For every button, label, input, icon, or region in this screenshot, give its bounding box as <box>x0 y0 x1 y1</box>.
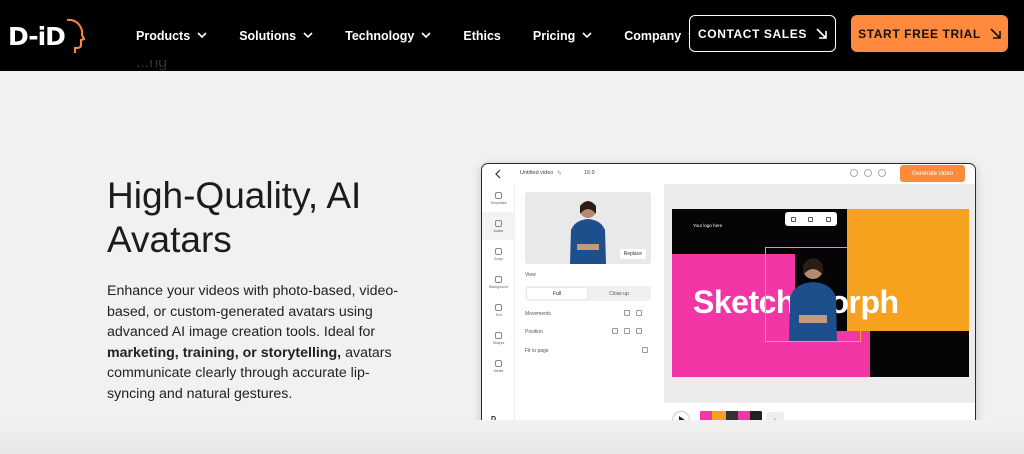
chevron-down-icon <box>582 32 592 39</box>
position-center-icon <box>624 328 630 334</box>
position-label: Position <box>525 329 543 335</box>
templates-icon <box>495 191 502 199</box>
position-options <box>606 328 642 334</box>
sidebar-item-text: Text <box>482 296 515 324</box>
sidebar-item-avatar: Avatar <box>482 212 515 240</box>
view-label: View <box>525 272 536 278</box>
sidebar-item-script: Script <box>482 240 515 268</box>
text-icon <box>495 303 502 311</box>
logo-text: D-iD <box>8 21 66 51</box>
background-icon <box>495 275 502 283</box>
nav-item-ethics[interactable]: Ethics <box>463 29 501 43</box>
generate-video-button: Generate video <box>900 165 965 182</box>
sidebar-item-shapes: Shapes <box>482 324 515 352</box>
view-full-option: Full <box>527 288 587 299</box>
contact-sales-button[interactable]: CONTACT SALES <box>689 15 836 52</box>
nav-item-label: Products <box>136 28 191 43</box>
sidebar-label: Media <box>493 368 504 373</box>
editor-tools <box>850 169 892 177</box>
nav-item-pricing[interactable]: Pricing <box>533 29 592 43</box>
chevron-down-icon <box>197 32 207 39</box>
movement-option-icon <box>624 310 630 316</box>
sidebar-item-media: Media <box>482 352 515 380</box>
nav-item-solutions[interactable]: Solutions <box>239 29 313 43</box>
nav-menu: Products Solutions Technology Ethics Pri… <box>136 0 730 71</box>
sidebar-label: Avatar <box>493 228 504 233</box>
logo-head-icon <box>66 18 85 53</box>
arrow-down-right-icon <box>990 28 1001 39</box>
pencil-icon: ✎ <box>557 171 563 177</box>
more-icon <box>825 216 831 222</box>
avatar-panel: Replace View Full Close up Movements Pos… <box>520 190 660 440</box>
section-heading: High-Quality, AI Avatars <box>107 174 447 262</box>
video-scene: Your logo here Sketch Morph <box>672 209 969 377</box>
selection-box <box>765 247 861 342</box>
sidebar-label: Shapes <box>492 340 505 345</box>
movements-label: Movements <box>525 311 551 317</box>
fit-options <box>636 347 648 353</box>
scrolled-heading-text: ...ng <box>136 60 168 71</box>
view-closeup-option: Close up <box>609 290 629 297</box>
section-bottom-edge <box>0 420 1024 454</box>
sidebar-label: Text <box>495 312 502 317</box>
more-icon <box>878 169 886 177</box>
scrolled-heading-fragment: ...ng <box>136 60 196 72</box>
view-toggle: Full Close up <box>525 286 651 301</box>
redo-icon <box>864 169 872 177</box>
arrow-down-right-icon <box>816 28 827 39</box>
undo-icon <box>850 169 858 177</box>
nav-item-label: Technology <box>345 28 415 43</box>
heading-line-1: High-Quality, AI <box>107 175 362 216</box>
sidebar-item-background: Background <box>482 268 515 296</box>
delete-icon <box>808 216 814 222</box>
selection-toolbar <box>785 212 837 226</box>
video-title: Untitled video <box>520 170 554 176</box>
script-icon <box>495 247 502 255</box>
contact-sales-label: CONTACT SALES <box>698 26 807 41</box>
nav-item-products[interactable]: Products <box>136 29 207 43</box>
aspect-ratio-select: 16:9 <box>584 170 595 176</box>
avatar-icon <box>495 219 502 227</box>
heading-line-2: Avatars <box>107 219 232 260</box>
editor-preview: Untitled video ✎ 16:9 Generate video Tem… <box>481 163 976 441</box>
sidebar-label: Background <box>489 284 508 289</box>
shapes-icon <box>495 331 502 339</box>
sidebar-label: Script <box>494 256 503 261</box>
back-arrow-icon <box>495 169 501 179</box>
position-left-icon <box>612 328 618 334</box>
position-right-icon <box>636 328 642 334</box>
editor-canvas: Your logo here Sketch Morph <box>664 184 975 402</box>
scene-logo-placeholder: Your logo here <box>693 223 723 228</box>
fit-to-page-label: Fit to page <box>525 348 549 354</box>
nav-item-label: Solutions <box>239 28 297 43</box>
sidebar-item-templates: Templates <box>482 184 515 212</box>
movement-options <box>618 310 642 316</box>
movement-option-icon <box>636 310 642 316</box>
layer-icon <box>791 216 797 222</box>
replace-avatar-button: Replace <box>619 249 646 259</box>
nav-item-label: Pricing <box>532 28 576 43</box>
start-free-trial-label: START FREE TRIAL <box>858 26 981 41</box>
sidebar-label: Templates <box>490 200 507 205</box>
chevron-down-icon <box>421 32 431 39</box>
fit-icon <box>642 347 648 353</box>
nav-item-company[interactable]: Company <box>624 29 698 43</box>
nav-item-label: Company <box>624 28 682 43</box>
nav-item-label: Ethics <box>463 28 501 43</box>
description-text: Enhance your videos with photo-based, vi… <box>107 283 399 341</box>
chevron-down-icon <box>303 32 313 39</box>
avatar-thumbnail: Replace <box>525 192 651 264</box>
nav-item-technology[interactable]: Technology <box>345 29 431 43</box>
description-bold-text: marketing, training, or storytelling, <box>107 344 342 361</box>
start-free-trial-button[interactable]: START FREE TRIAL <box>851 15 1008 52</box>
logo[interactable]: D-iD <box>8 16 85 56</box>
section-description: Enhance your videos with photo-based, vi… <box>107 281 417 405</box>
media-icon <box>495 359 502 367</box>
editor-sidebar: Templates Avatar Script Background Text … <box>482 184 515 440</box>
editor-topbar: Untitled video ✎ 16:9 Generate video <box>482 164 975 184</box>
